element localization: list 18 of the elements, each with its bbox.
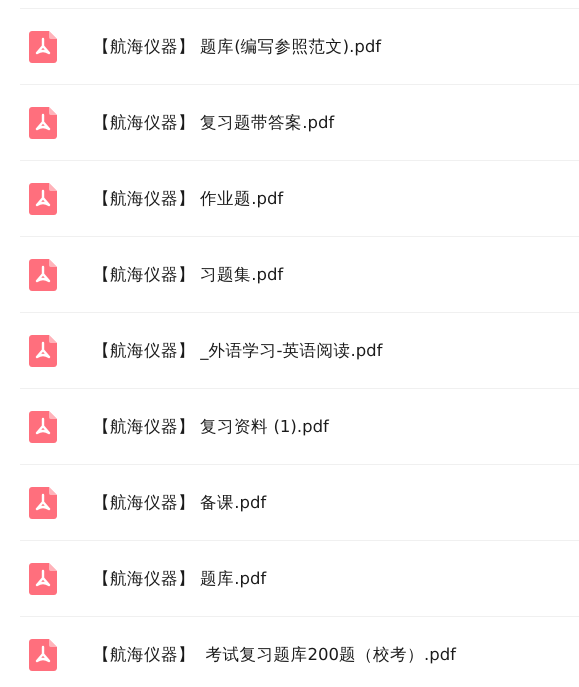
- pdf-file-icon: [29, 410, 57, 442]
- file-link[interactable]: 【航海仪器】 题库(编写参照范文).pdf: [93, 36, 382, 58]
- file-link[interactable]: 【航海仪器】 考试复习题库200题（校考）.pdf: [93, 644, 456, 666]
- pdf-file-icon: [29, 334, 57, 366]
- pdf-file-icon: [29, 638, 57, 670]
- pdf-file-icon: [29, 562, 57, 594]
- file-link[interactable]: 【航海仪器】 _外语学习-英语阅读.pdf: [93, 340, 382, 362]
- file-link[interactable]: 【航海仪器】 复习资料 (1).pdf: [93, 416, 329, 438]
- file-link[interactable]: 【航海仪器】 习题集.pdf: [93, 264, 284, 286]
- file-link[interactable]: 【航海仪器】 作业题.pdf: [93, 188, 284, 210]
- file-link[interactable]: 【航海仪器】 复习题带答案.pdf: [93, 112, 334, 134]
- file-link[interactable]: 【航海仪器】 备课.pdf: [93, 492, 266, 514]
- file-link[interactable]: 【航海仪器】 题库.pdf: [93, 568, 266, 590]
- pdf-file-icon: [29, 30, 57, 62]
- pdf-file-icon: [29, 258, 57, 290]
- pdf-file-icon: [29, 486, 57, 518]
- pdf-file-icon: [29, 106, 57, 138]
- pdf-file-icon: [29, 182, 57, 214]
